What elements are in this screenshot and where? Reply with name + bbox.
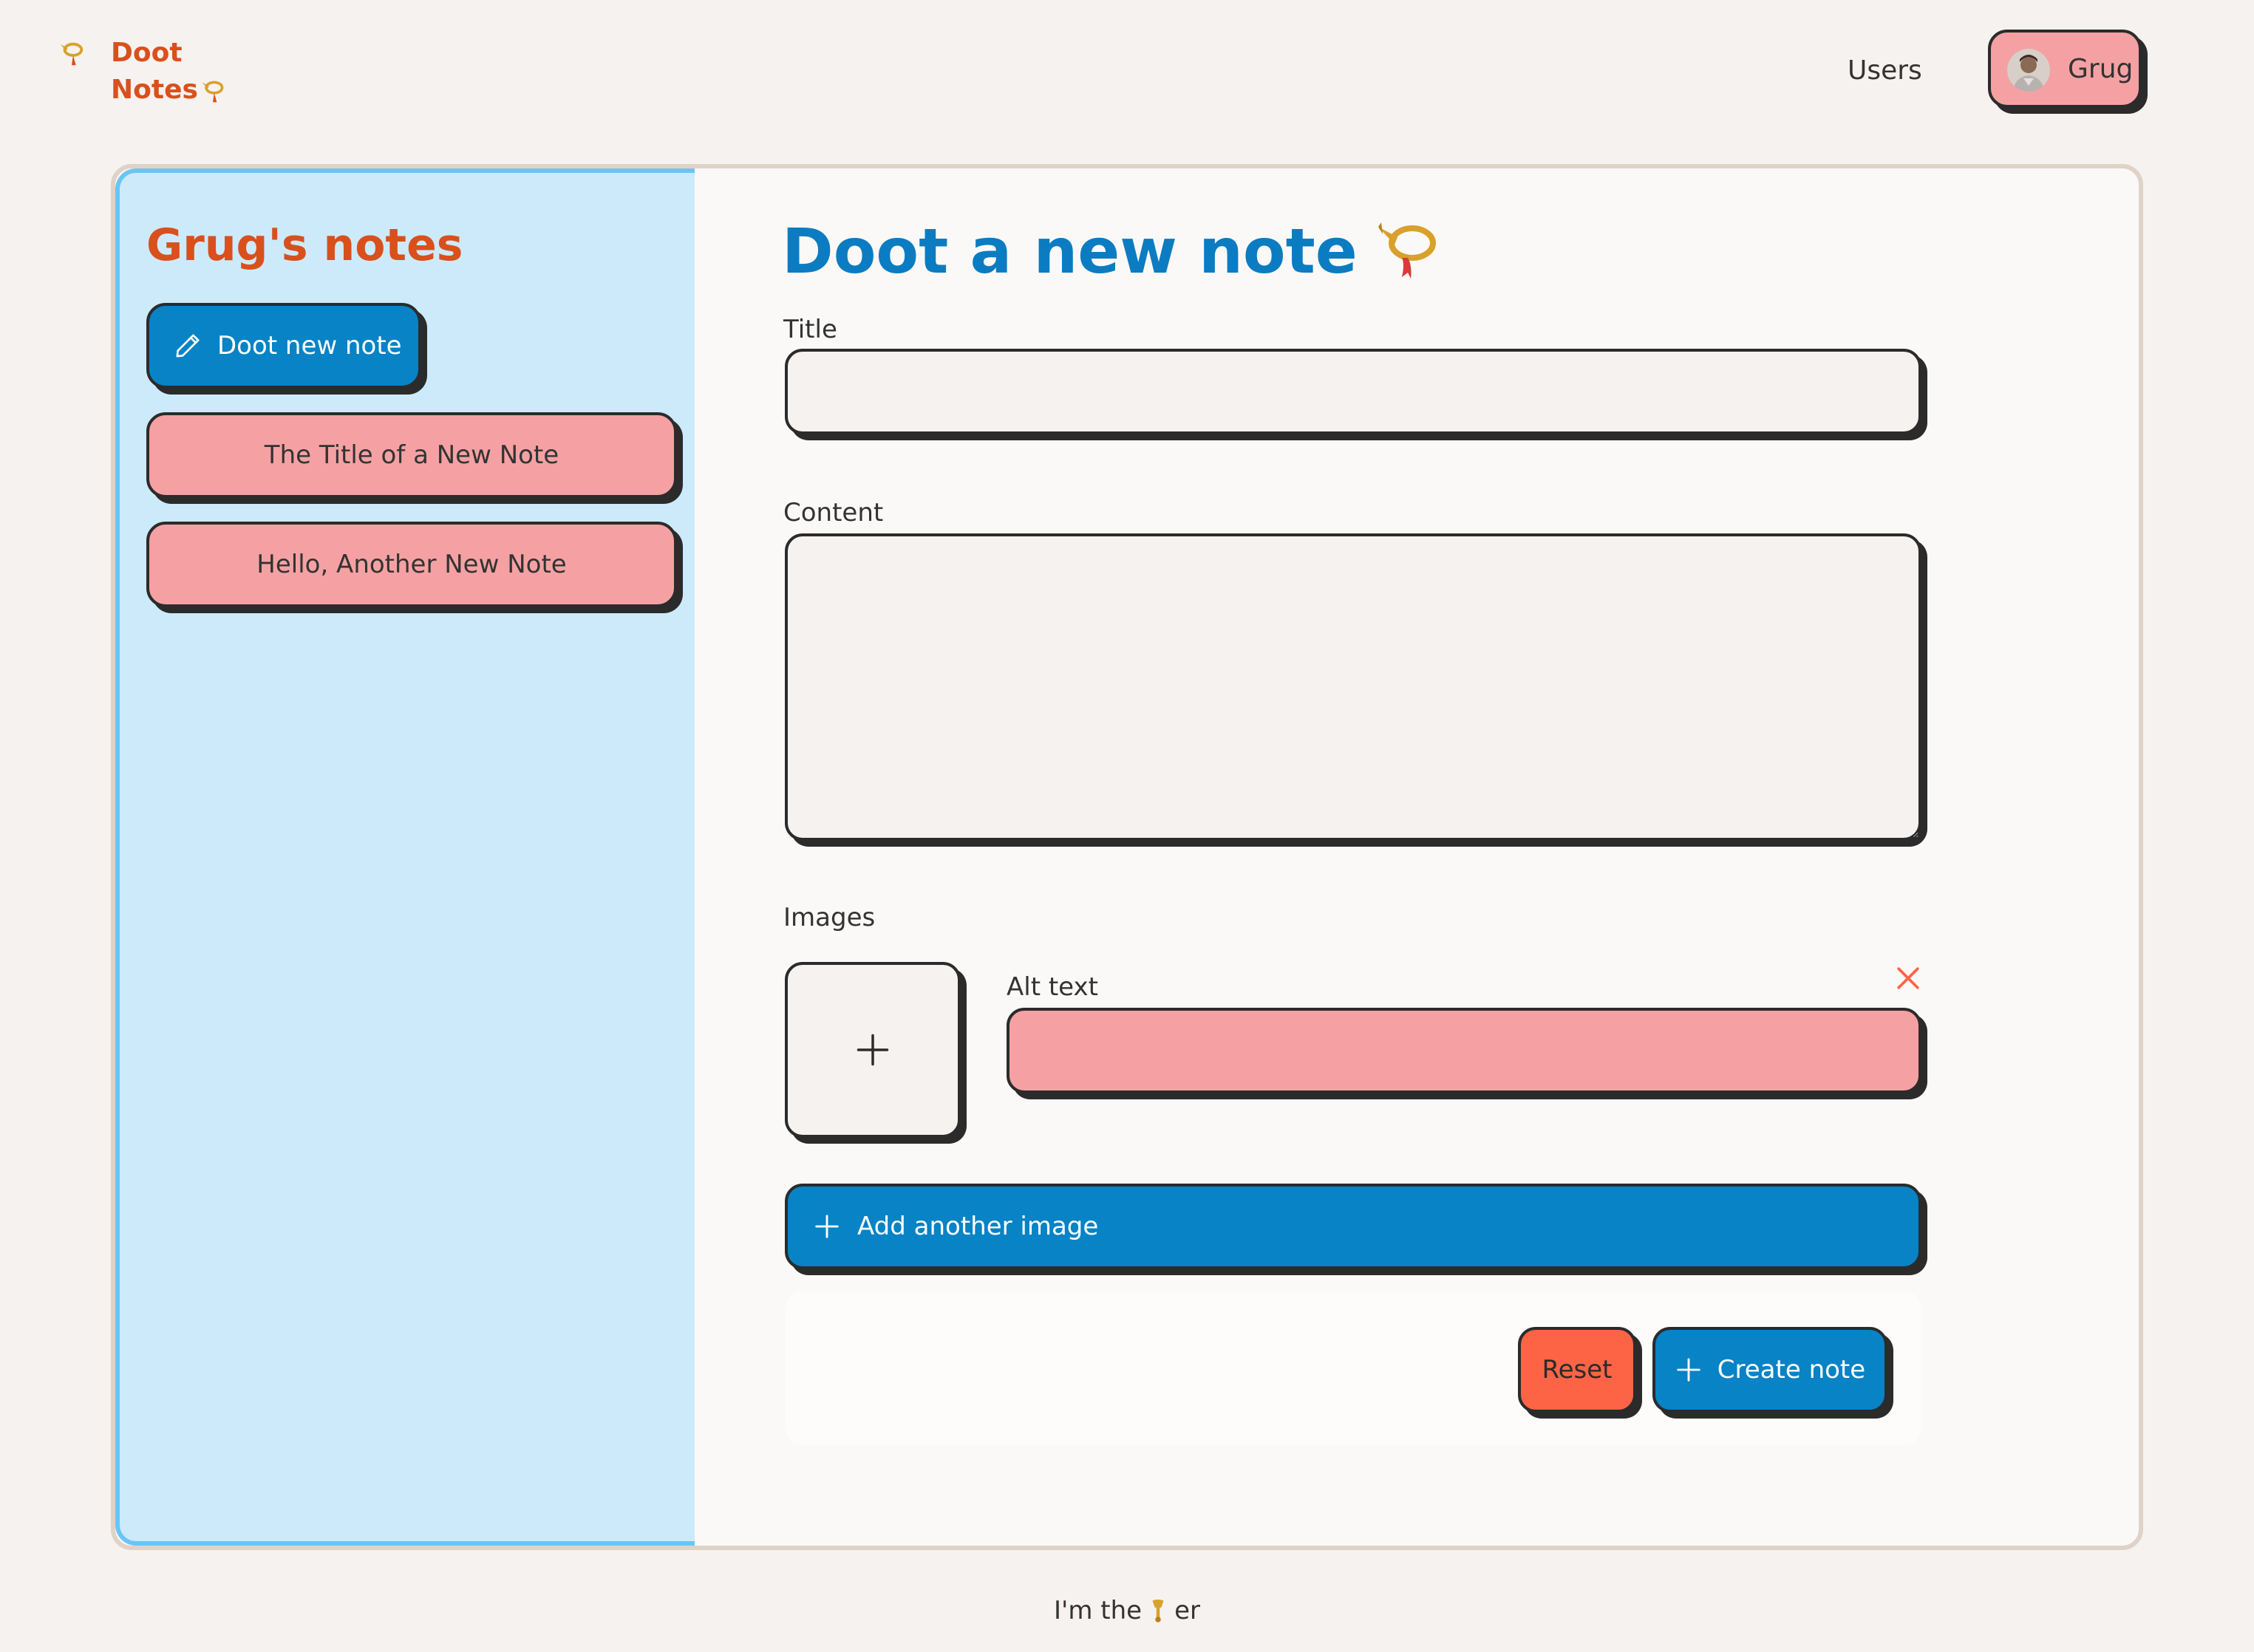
form-actions: Reset Create note [785,1291,1921,1445]
sidebar-title: Grug's notes [146,219,463,271]
plus-icon [857,1034,889,1066]
sidebar-note-item[interactable]: Hello, Another New Note [146,522,677,607]
add-image-label: Add another image [857,1212,1099,1241]
notes-sidebar: Grug's notes Doot new note The Title of … [115,168,695,1546]
footer-text-after: er [1174,1596,1200,1625]
reset-button[interactable]: Reset [1518,1327,1636,1413]
pencil-icon [176,334,200,358]
add-image-button[interactable]: Add another image [785,1184,1921,1269]
image-upload-button[interactable] [785,962,961,1138]
alt-text-label: Alt text [1007,972,1098,1002]
plus-icon [815,1215,839,1238]
logo-link[interactable]: Doot Notes [58,35,250,109]
postal-horn-icon [60,42,84,66]
postal-horn-icon [1378,222,1436,279]
close-icon[interactable] [1892,962,1924,994]
postal-horn-icon [202,81,224,103]
user-name: Grug [2068,54,2134,84]
content-textarea[interactable] [785,533,1921,841]
nav-link-users[interactable]: Users [1848,52,1922,90]
note-item-title: The Title of a New Note [264,440,559,470]
trumpet-icon [1152,1600,1164,1622]
alt-text-input[interactable] [1007,1008,1921,1093]
reset-label: Reset [1542,1355,1613,1385]
images-label: Images [783,903,876,932]
logo-text-line-1: Doot [111,38,183,68]
logo-text-line-2: Notes [111,75,198,105]
content-label: Content [783,498,884,528]
form-heading-text: Doot a new note [782,215,1358,287]
new-note-button[interactable]: Doot new note [146,303,421,389]
create-note-button[interactable]: Create note [1652,1327,1887,1413]
create-note-label: Create note [1717,1355,1866,1385]
footer: I'm the er [0,1593,2254,1628]
avatar [2007,49,2050,92]
plus-icon [1677,1358,1700,1382]
title-input[interactable] [785,349,1921,434]
user-menu-button[interactable]: Grug [1988,30,2142,108]
note-item-title: Hello, Another New Note [256,550,567,579]
form-heading: Doot a new note [782,210,1442,293]
title-label: Title [783,315,837,344]
main-card: Grug's notes Doot new note The Title of … [111,164,2143,1550]
footer-text-before: I'm the [1053,1596,1143,1625]
new-note-label: Doot new note [217,331,402,361]
sidebar-note-item[interactable]: The Title of a New Note [146,412,677,498]
